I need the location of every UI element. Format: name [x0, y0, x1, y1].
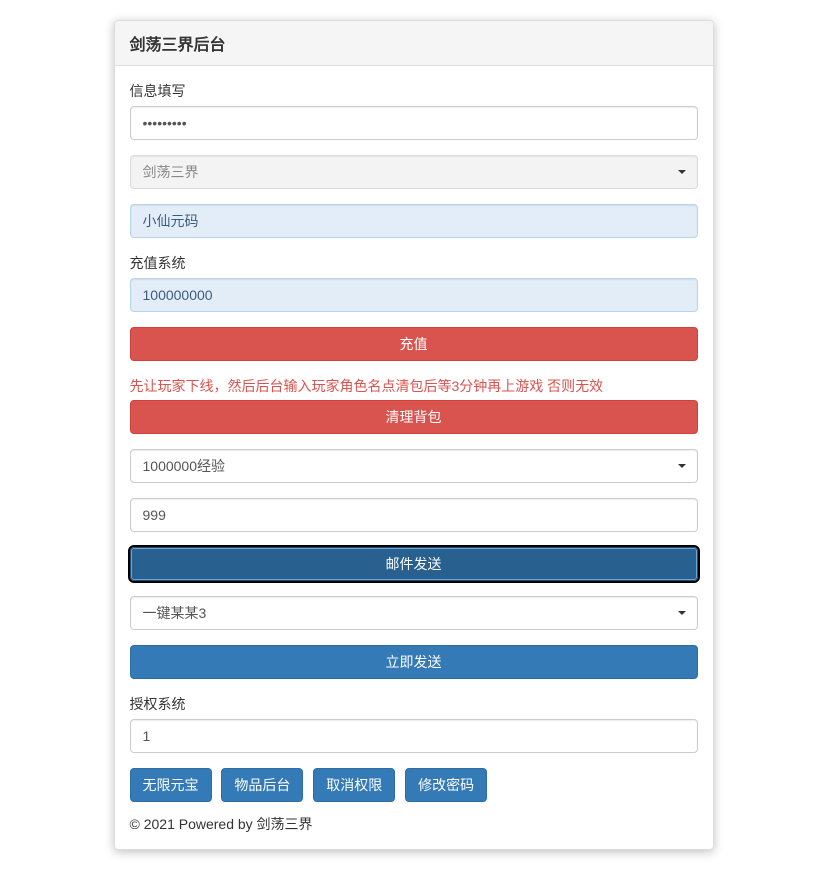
- recharge-button-group: 充值: [130, 327, 698, 361]
- item-select-wrapper: 1000000经验: [130, 449, 698, 483]
- clear-bag-button[interactable]: 清理背包: [130, 400, 698, 434]
- auth-label: 授权系统: [130, 694, 186, 714]
- clear-bag-warning: 先让玩家下线，然后后台输入玩家角色名点清包后等3分钟再上游戏 否则无效: [130, 376, 698, 396]
- cancel-permission-button[interactable]: 取消权限: [313, 768, 395, 802]
- panel-heading: 剑荡三界后台: [115, 21, 713, 66]
- auth-input[interactable]: [130, 719, 698, 753]
- admin-panel: 剑荡三界后台 信息填写 剑荡三界 充值系统 充值 先让玩家下线，然后后台输入玩家…: [114, 20, 714, 850]
- quantity-input[interactable]: [130, 498, 698, 532]
- password-input[interactable]: [130, 106, 698, 140]
- recharge-section: 充值系统: [130, 253, 698, 312]
- mail-send-button[interactable]: 邮件发送: [130, 547, 698, 581]
- preset-select-wrapper: 一键某某3: [130, 596, 698, 630]
- footer-text: © 2021 Powered by 剑荡三界: [130, 814, 698, 834]
- recharge-button[interactable]: 充值: [130, 327, 698, 361]
- clear-bag-section: 先让玩家下线，然后后台输入玩家角色名点清包后等3分钟再上游戏 否则无效 清理背包: [130, 376, 698, 434]
- info-section: 信息填写: [130, 81, 698, 140]
- change-password-button[interactable]: 修改密码: [405, 768, 487, 802]
- game-select-wrapper: 剑荡三界: [130, 155, 698, 189]
- quantity-group: [130, 498, 698, 532]
- send-now-button[interactable]: 立即发送: [130, 645, 698, 679]
- auth-section: 授权系统: [130, 694, 698, 753]
- item-select[interactable]: 1000000经验: [130, 449, 698, 483]
- send-now-group: 立即发送: [130, 645, 698, 679]
- game-select[interactable]: 剑荡三界: [130, 155, 698, 189]
- mail-button-group: 邮件发送: [130, 547, 698, 581]
- recharge-label: 充值系统: [130, 253, 186, 273]
- panel-body: 信息填写 剑荡三界 充值系统 充值 先让玩家下线，然后后台输入玩家角色名点清包后…: [115, 66, 713, 849]
- character-input[interactable]: [130, 204, 698, 238]
- preset-select[interactable]: 一键某某3: [130, 596, 698, 630]
- unlimited-gold-button[interactable]: 无限元宝: [130, 768, 212, 802]
- panel-title: 剑荡三界后台: [130, 31, 698, 55]
- character-group: [130, 204, 698, 238]
- recharge-amount-input[interactable]: [130, 278, 698, 312]
- item-backend-button[interactable]: 物品后台: [221, 768, 303, 802]
- info-label: 信息填写: [130, 81, 186, 101]
- bottom-button-row: 无限元宝 物品后台 取消权限 修改密码: [130, 768, 698, 802]
